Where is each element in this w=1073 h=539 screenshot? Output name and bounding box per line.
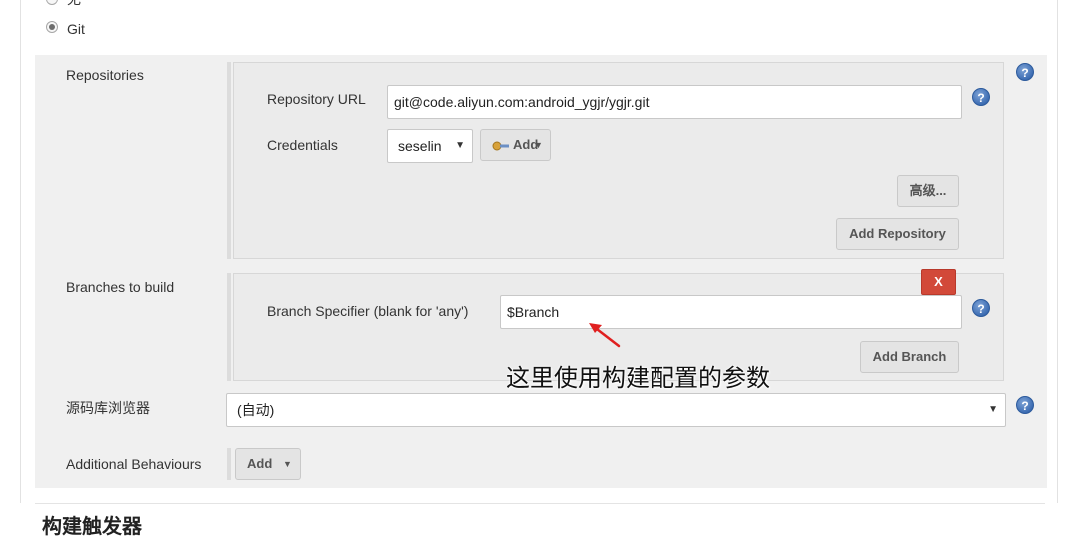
branches-group-bar — [227, 273, 231, 381]
repository-url-label: Repository URL — [267, 91, 366, 107]
dropdown-caret-icon: ▼ — [534, 140, 543, 150]
add-behaviour-label: Add — [247, 456, 273, 471]
build-triggers-section-title: 构建触发器 — [42, 516, 142, 538]
key-icon — [492, 141, 509, 151]
repositories-label: Repositories — [66, 67, 144, 83]
repository-browser-select[interactable]: (自动) ▼ — [226, 393, 1006, 427]
radio-selected-dot — [49, 24, 55, 30]
dropdown-caret-icon: ▼ — [283, 459, 292, 469]
annotation-text: 这里使用构建配置的参数 — [506, 364, 770, 392]
section-divider — [35, 503, 1045, 504]
delete-branch-button[interactable]: X — [921, 269, 956, 295]
frame-left-border — [20, 0, 21, 503]
frame-right-border — [1057, 0, 1058, 503]
scm-none-radio[interactable] — [46, 0, 58, 5]
repository-url-input[interactable]: git@code.aliyun.com:android_ygjr/ygjr.gi… — [387, 85, 962, 119]
branch-specifier-label: Branch Specifier (blank for 'any') — [267, 303, 469, 319]
add-behaviour-button[interactable]: Add ▼ — [235, 448, 301, 480]
branch-specifier-help-icon[interactable]: ? — [972, 299, 990, 317]
repositories-help-icon[interactable]: ? — [1016, 63, 1034, 81]
add-credentials-button[interactable]: Add ▼ — [480, 129, 551, 161]
credentials-select[interactable]: seselin ▼ — [387, 129, 473, 163]
repository-url-help-icon[interactable]: ? — [972, 88, 990, 106]
add-branch-button[interactable]: Add Branch — [860, 341, 959, 373]
scm-git-radio[interactable] — [46, 21, 58, 33]
credentials-selected-value: seselin — [398, 138, 442, 154]
repository-browser-help-icon[interactable]: ? — [1016, 396, 1034, 414]
dropdown-caret-icon: ▼ — [988, 404, 998, 415]
repository-browser-label: 源码库浏览器 — [66, 400, 150, 416]
behaviours-group-bar — [227, 448, 231, 480]
add-repository-button[interactable]: Add Repository — [836, 218, 959, 250]
scm-git-label: Git — [67, 21, 85, 37]
credentials-label: Credentials — [267, 137, 338, 153]
additional-behaviours-label: Additional Behaviours — [66, 456, 202, 472]
branches-label: Branches to build — [66, 279, 175, 295]
branch-specifier-input[interactable]: $Branch — [500, 295, 962, 329]
repository-browser-value: (自动) — [237, 402, 275, 418]
advanced-button[interactable]: 高级... — [897, 175, 959, 207]
dropdown-caret-icon: ▼ — [455, 140, 465, 151]
scm-none-label: 无 — [67, 0, 81, 8]
annotation-arrow-icon — [589, 323, 621, 348]
repositories-group-bar — [227, 62, 231, 259]
